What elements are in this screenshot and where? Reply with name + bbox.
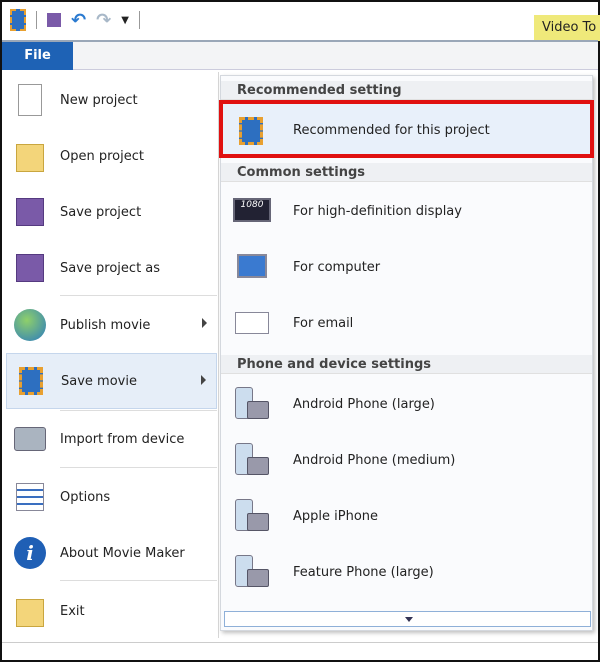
file-menu: New project Open project Save project Sa… [6, 72, 219, 638]
menu-item-save-movie[interactable]: Save movie [6, 353, 217, 409]
option-android-large[interactable]: Android Phone (large) [221, 376, 592, 432]
submenu-arrow-icon [201, 375, 206, 385]
save-as-icon [12, 250, 48, 286]
divider [138, 11, 140, 29]
option-email[interactable]: For email [221, 295, 592, 351]
hd-display-icon: 1080 [233, 194, 271, 228]
chevron-down-icon [405, 617, 413, 622]
menu-item-new-project[interactable]: New project [6, 72, 217, 128]
menu-item-save-project-as[interactable]: Save project as [6, 240, 217, 296]
video-tools-tab[interactable]: Video To [534, 15, 600, 41]
divider [60, 580, 217, 581]
divider [60, 467, 217, 468]
save-icon[interactable] [47, 13, 61, 27]
globe-upload-icon [12, 307, 48, 343]
film-icon [13, 363, 49, 399]
menu-item-exit[interactable]: Exit [6, 583, 217, 639]
divider [36, 11, 37, 29]
section-header: Common settings [221, 163, 592, 182]
phone-icon [233, 387, 271, 421]
email-icon [233, 306, 271, 340]
menu-item-save-project[interactable]: Save project [6, 184, 217, 240]
exit-icon [12, 593, 48, 629]
menu-item-import-from-device[interactable]: Import from device [6, 411, 217, 467]
undo-icon[interactable]: ↶ [71, 10, 86, 31]
phone-icon [233, 443, 271, 477]
option-computer[interactable]: For computer [221, 239, 592, 295]
new-document-icon [12, 82, 48, 118]
camera-import-icon [12, 421, 48, 457]
info-icon: i [12, 535, 48, 571]
computer-icon [233, 250, 271, 284]
highlight-box [219, 100, 594, 158]
divider [60, 295, 217, 296]
section-header: Recommended setting [221, 81, 592, 100]
menu-item-options[interactable]: Options [6, 469, 217, 525]
menu-item-about[interactable]: i About Movie Maker [6, 525, 217, 581]
ribbon-bar [73, 42, 598, 70]
file-tab[interactable]: File [2, 42, 73, 70]
menu-item-publish-movie[interactable]: Publish movie [6, 297, 217, 353]
divider [2, 642, 598, 643]
option-hd-display[interactable]: 1080 For high-definition display [221, 183, 592, 239]
phone-icon [233, 555, 271, 589]
menu-item-open-project[interactable]: Open project [6, 128, 217, 184]
option-android-medium[interactable]: Android Phone (medium) [221, 432, 592, 488]
section-header: Phone and device settings [221, 355, 592, 374]
open-folder-icon [12, 138, 48, 174]
option-apple-iphone[interactable]: Apple iPhone [221, 488, 592, 544]
scroll-down-button[interactable] [224, 611, 591, 627]
submenu-arrow-icon [202, 318, 207, 328]
quick-access-toolbar: ↶ ↷ ▼ [10, 8, 140, 32]
option-feature-phone-large[interactable]: Feature Phone (large) [221, 544, 592, 600]
save-disk-icon [12, 194, 48, 230]
movie-maker-icon [10, 9, 26, 31]
redo-icon[interactable]: ↷ [96, 10, 111, 31]
customize-qat-icon[interactable]: ▼ [121, 15, 129, 26]
phone-icon [233, 499, 271, 533]
options-list-icon [12, 479, 48, 515]
